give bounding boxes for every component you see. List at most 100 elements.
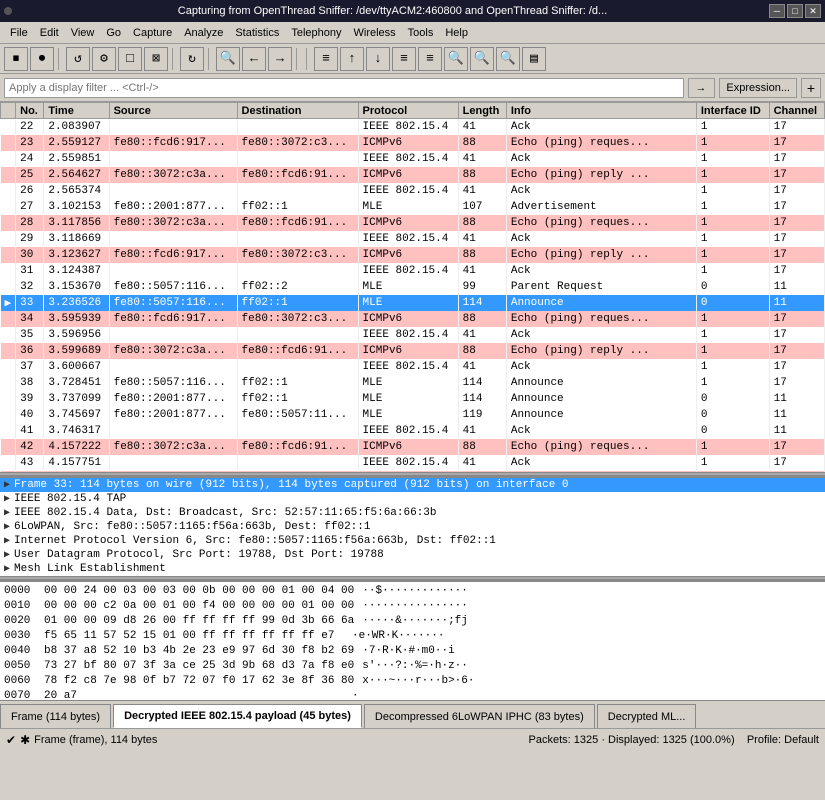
detail-text: Frame 33: 114 bytes on wire (912 bits), …	[14, 479, 569, 491]
profile-info: Profile: Default	[747, 734, 819, 746]
bottom-tab-1[interactable]: Decrypted IEEE 802.15.4 payload (45 byte…	[113, 704, 362, 728]
find-button[interactable]: 🔍	[216, 47, 240, 71]
hex-ascii: ·	[352, 689, 359, 700]
table-row[interactable]: 413.746317IEEE 802.15.441Ack011	[1, 423, 825, 439]
table-row[interactable]: 343.595939fe80::fcd6:917...fe80::3072:c3…	[1, 311, 825, 327]
close-button[interactable]: ⊠	[144, 47, 168, 71]
zoom-out-button[interactable]: 🔍	[470, 47, 494, 71]
open-button[interactable]: □	[118, 47, 142, 71]
detail-row[interactable]: ▶User Datagram Protocol, Src Port: 19788…	[0, 548, 825, 562]
packet-detail[interactable]: ▶ Frame 33: 114 bytes on wire (912 bits),…	[0, 476, 825, 576]
table-row[interactable]: 424.157222fe80::3072:c3a...fe80::fcd6:91…	[1, 439, 825, 455]
maximize-button[interactable]: □	[787, 4, 803, 18]
menu-item-file[interactable]: File	[4, 25, 34, 41]
menu-item-tools[interactable]: Tools	[402, 25, 440, 41]
row-len: 114	[458, 375, 506, 391]
mark-button[interactable]: ≡	[392, 47, 416, 71]
restart-button[interactable]: ↺	[66, 47, 90, 71]
add-filter-button[interactable]: +	[801, 78, 821, 98]
table-row[interactable]: 323.153670fe80::5057:116...ff02::2MLE99P…	[1, 279, 825, 295]
table-row[interactable]: 303.123627fe80::fcd6:917...fe80::3072:c3…	[1, 247, 825, 263]
scroll-down-button[interactable]: ↓	[366, 47, 390, 71]
table-row[interactable]: 393.737099fe80::2001:877...ff02::1MLE114…	[1, 391, 825, 407]
detail-row[interactable]: ▶Internet Protocol Version 6, Src: fe80:…	[0, 534, 825, 548]
bottom-tab-2[interactable]: Decompressed 6LoWPAN IPHC (83 bytes)	[364, 704, 595, 728]
menu-item-capture[interactable]: Capture	[127, 25, 178, 41]
menu-item-view[interactable]: View	[65, 25, 101, 41]
menu-item-telephony[interactable]: Telephony	[285, 25, 347, 41]
menu-item-statistics[interactable]: Statistics	[229, 25, 285, 41]
detail-row[interactable]: ▶6LoWPAN, Src: fe80::5057:1165:f56a:663b…	[0, 520, 825, 534]
reload-button[interactable]: ↻	[180, 47, 204, 71]
row-time: 4.157751	[44, 455, 109, 471]
bottom-tab-0[interactable]: Frame (114 bytes)	[0, 704, 111, 728]
table-row[interactable]: 262.565374IEEE 802.15.441Ack117	[1, 183, 825, 199]
row-info: Echo (ping) reques...	[506, 439, 696, 455]
row-arrow	[1, 135, 16, 151]
minimize-button[interactable]: ─	[769, 4, 785, 18]
row-iface: 1	[696, 151, 769, 167]
packet-list[interactable]: No. Time Source Destination Protocol Len…	[0, 102, 825, 472]
row-len: 119	[458, 407, 506, 423]
options-button[interactable]: ⚙	[92, 47, 116, 71]
row-len: 99	[458, 279, 506, 295]
row-time: 3.102153	[44, 199, 109, 215]
table-row[interactable]: 273.102153fe80::2001:877...ff02::1MLE107…	[1, 199, 825, 215]
close-button[interactable]: ✕	[805, 4, 821, 18]
statusbar: ✔ ✱ Frame (frame), 114 bytes Packets: 13…	[0, 728, 825, 750]
table-row[interactable]: 293.118669IEEE 802.15.441Ack117	[1, 231, 825, 247]
row-dst: fe80::3072:c3...	[237, 247, 358, 263]
detail-row[interactable]: ▶Mesh Link Establishment	[0, 562, 825, 576]
zoom-reset-button[interactable]: 🔍	[496, 47, 520, 71]
detail-row[interactable]: ▶IEEE 802.15.4 Data, Dst: Broadcast, Src…	[0, 506, 825, 520]
capture-button[interactable]: ⏺	[30, 47, 54, 71]
table-row[interactable]: 363.599689fe80::3072:c3a...fe80::fcd6:91…	[1, 343, 825, 359]
row-dst: fe80::3072:c3...	[237, 135, 358, 151]
menu-item-edit[interactable]: Edit	[34, 25, 65, 41]
row-info: Echo (ping) reply ...	[506, 343, 696, 359]
table-row[interactable]: 232.559127fe80::fcd6:917...fe80::3072:c3…	[1, 135, 825, 151]
detail-row[interactable]: ▶ Frame 33: 114 bytes on wire (912 bits),…	[0, 478, 825, 492]
table-row[interactable]: 252.564627fe80::3072:c3a...fe80::fcd6:91…	[1, 167, 825, 183]
table-row[interactable]: 383.728451fe80::5057:116...ff02::1MLE114…	[1, 375, 825, 391]
table-row[interactable]: 403.745697fe80::2001:877...fe80::5057:11…	[1, 407, 825, 423]
table-row[interactable]: 313.124387IEEE 802.15.441Ack117	[1, 263, 825, 279]
zoom-in-button[interactable]: 🔍	[444, 47, 468, 71]
row-len: 41	[458, 359, 506, 375]
filter-input[interactable]	[4, 78, 684, 98]
menu-item-wireless[interactable]: Wireless	[348, 25, 402, 41]
scroll-up-button[interactable]: ↑	[340, 47, 364, 71]
bottom-tab-3[interactable]: Decrypted ML...	[597, 704, 697, 728]
menu-item-analyze[interactable]: Analyze	[178, 25, 229, 41]
hex-dump[interactable]: 000000 00 24 00 03 00 03 00 0b 00 00 00 …	[0, 580, 825, 700]
ignore-button[interactable]: ≡	[418, 47, 442, 71]
toolbar: ⏹⏺↺⚙□⊠↻🔍←→≡↑↓≡≡🔍🔍🔍▤	[0, 44, 825, 74]
row-no: 22	[16, 119, 44, 135]
forward-button[interactable]: →	[268, 47, 292, 71]
colorize-button[interactable]: ≡	[314, 47, 338, 71]
table-row[interactable]: 222.083907IEEE 802.15.441Ack117	[1, 119, 825, 135]
row-arrow	[1, 183, 16, 199]
filter-arrow-button[interactable]: →	[688, 78, 715, 98]
back-button[interactable]: ←	[242, 47, 266, 71]
table-row[interactable]: 434.157751IEEE 802.15.441Ack117	[1, 455, 825, 471]
table-row[interactable]: 242.559851IEEE 802.15.441Ack117	[1, 151, 825, 167]
menu-item-help[interactable]: Help	[439, 25, 474, 41]
row-arrow	[1, 119, 16, 135]
row-no: 36	[16, 343, 44, 359]
col-no: No.	[16, 103, 44, 119]
resize-columns-button[interactable]: ▤	[522, 47, 546, 71]
menu-item-go[interactable]: Go	[100, 25, 127, 41]
expression-button[interactable]: Expression...	[719, 78, 797, 98]
row-arrow	[1, 439, 16, 455]
detail-row[interactable]: ▶IEEE 802.15.4 TAP	[0, 492, 825, 506]
table-row[interactable]: ▶333.236526fe80::5057:116...ff02::1MLE11…	[1, 295, 825, 311]
col-arrow	[1, 103, 16, 119]
titlebar: Capturing from OpenThread Sniffer: /dev/…	[0, 0, 825, 22]
detail-expand-icon: ▶	[4, 479, 10, 491]
table-row[interactable]: 373.600667IEEE 802.15.441Ack117	[1, 359, 825, 375]
stop-button[interactable]: ⏹	[4, 47, 28, 71]
table-row[interactable]: 283.117856fe80::3072:c3a...fe80::fcd6:91…	[1, 215, 825, 231]
table-row[interactable]: 353.596956IEEE 802.15.441Ack117	[1, 327, 825, 343]
row-time: 3.746317	[44, 423, 109, 439]
